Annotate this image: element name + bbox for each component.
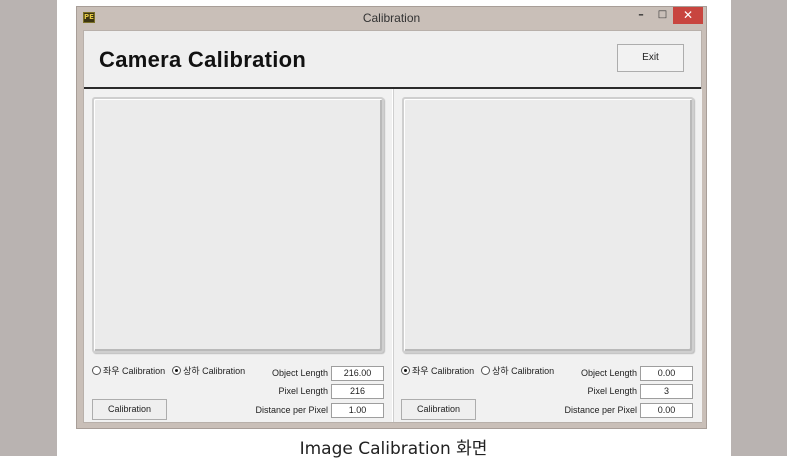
app-window: PE Calibration – □ ✕ Camera Calibration … xyxy=(76,6,707,429)
object-length-label: Object Length xyxy=(580,368,637,378)
maximize-icon[interactable]: □ xyxy=(652,7,673,24)
title-bar[interactable]: PE Calibration – □ ✕ xyxy=(77,7,706,29)
close-icon[interactable]: ✕ xyxy=(673,7,703,24)
image-viewport-right[interactable] xyxy=(402,97,694,353)
radio-circle-icon xyxy=(92,366,101,375)
pixel-length-field[interactable]: 3 xyxy=(640,384,693,399)
calibration-panel-right: 좌우 Calibration 상하 Calibration Object Leng… xyxy=(393,89,702,422)
radio-lr-right[interactable]: 좌우 Calibration xyxy=(401,365,474,377)
right-backdrop xyxy=(731,0,787,456)
distance-per-pixel-field[interactable]: 0.00 xyxy=(640,403,693,418)
minimize-icon[interactable]: – xyxy=(630,7,652,24)
pixel-length-label: Pixel Length xyxy=(278,386,328,396)
client-area: Camera Calibration Exit 좌우 Calibration 상하… xyxy=(83,30,702,423)
left-backdrop xyxy=(0,0,57,456)
object-length-field[interactable]: 216.00 xyxy=(331,366,384,381)
pixel-length-field[interactable]: 216 xyxy=(331,384,384,399)
radio-label: 좌우 Calibration xyxy=(412,366,475,376)
calibration-button-left[interactable]: Calibration xyxy=(92,399,167,420)
object-length-field[interactable]: 0.00 xyxy=(640,366,693,381)
header-bar: Camera Calibration Exit xyxy=(84,31,701,89)
radio-selected-icon xyxy=(172,366,182,375)
image-viewport-left[interactable] xyxy=(92,97,384,353)
distance-per-pixel-label: Distance per Pixel xyxy=(255,405,328,415)
radio-selected-icon xyxy=(401,366,410,375)
distance-per-pixel-label: Distance per Pixel xyxy=(564,405,637,415)
figure-caption: Image Calibration 화면 xyxy=(299,439,488,459)
radio-label: 좌우 Calibration xyxy=(103,366,166,376)
exit-button[interactable]: Exit xyxy=(617,44,684,72)
page-title: Camera Calibration xyxy=(99,47,307,72)
radio-circle-icon xyxy=(481,366,491,375)
window-title: Calibration xyxy=(362,11,421,25)
distance-per-pixel-field[interactable]: 1.00 xyxy=(331,403,384,418)
object-length-label: Object Length xyxy=(271,368,328,378)
radio-lr-left[interactable]: 좌우 Calibration xyxy=(92,365,165,377)
pixel-length-label: Pixel Length xyxy=(587,386,637,396)
calibration-panel-left: 좌우 Calibration 상하 Calibration Object Leng… xyxy=(84,89,392,422)
calibration-button-right[interactable]: Calibration xyxy=(401,399,476,420)
